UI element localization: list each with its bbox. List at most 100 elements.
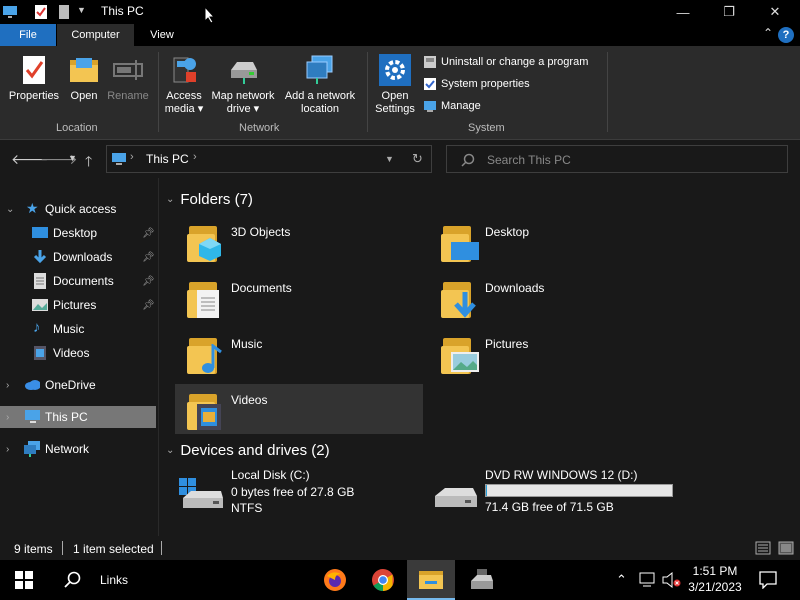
system-group-label: System [468,122,505,134]
address-dropdown-chevron-icon[interactable]: ▼ [385,154,394,164]
taskbar-search-button[interactable] [48,560,96,600]
search-box[interactable]: Search This PC [446,145,788,173]
folder-music[interactable]: Music [175,328,423,378]
maximize-button[interactable]: ❐ [706,0,752,24]
navigation-pane: ⌄ ★ Quick access Desktop 📌︎ Downloads 📌︎… [0,190,158,535]
open-settings-button[interactable]: Open Settings [371,54,419,116]
collapsed-chevron-icon[interactable]: › [6,444,9,455]
system-properties-label: System properties [441,78,530,90]
folder-documents[interactable]: Documents [175,272,423,322]
sidebar-item-documents[interactable]: Documents 📌︎ [0,270,156,292]
drive-c[interactable]: Local Disk (C:) 0 bytes free of 27.8 GB … [179,468,439,518]
collapsed-chevron-icon[interactable]: › [6,380,9,391]
properties-qa-icon[interactable] [34,4,48,20]
breadcrumb-this-pc[interactable]: This PC [146,152,189,166]
large-icons-view-icon[interactable] [778,541,794,555]
sidebar-item-pictures[interactable]: Pictures 📌︎ [0,294,156,316]
expanded-chevron-icon[interactable]: ⌄ [166,194,174,205]
collapse-ribbon-chevron-icon[interactable]: ⌃ [763,26,773,40]
folder-videos[interactable]: Videos [175,384,423,434]
sidebar-label: OneDrive [45,378,96,392]
open-button[interactable]: Open [64,54,104,103]
drives-section-header[interactable]: ⌄ Devices and drives (2) [166,442,330,459]
sidebar-item-onedrive[interactable]: › OneDrive [0,374,156,396]
this-pc-icon[interactable] [2,4,18,20]
pin-icon: 📌︎ [142,227,155,239]
sidebar-item-downloads[interactable]: Downloads 📌︎ [0,246,156,268]
folder-desktop[interactable]: Desktop [429,216,677,266]
map-network-drive-button[interactable]: Map network drive ▾ [207,54,279,116]
taskbar: Links ⌃ 1:51 PM 3/21/2023 [0,560,800,600]
system-properties-button[interactable]: System properties [423,76,530,92]
close-button[interactable]: ✕ [752,0,798,24]
open-settings-label-1: Open [381,90,409,102]
selection-count: 1 item selected [73,542,154,556]
sidebar-item-desktop[interactable]: Desktop 📌︎ [0,222,156,244]
volume-muted-icon[interactable] [662,572,682,588]
breadcrumb-separator-icon[interactable]: › [193,151,197,163]
add-network-location-button[interactable]: Add a network location [281,54,359,116]
drive-d[interactable]: DVD RW WINDOWS 12 (D:) 71.4 GB free of 7… [433,468,683,518]
clock[interactable]: 1:51 PM 3/21/2023 [682,563,748,595]
collapsed-chevron-icon[interactable]: › [6,412,9,423]
recent-locations-chevron-icon[interactable]: ▼ [68,153,77,163]
chrome-icon [372,569,394,591]
help-button[interactable]: ? [778,27,794,43]
sidebar-item-quick-access[interactable]: ⌄ ★ Quick access [0,198,156,220]
firefox-icon [324,569,346,591]
sidebar-item-music[interactable]: ♪ Music [0,318,156,340]
details-view-icon[interactable] [755,541,771,555]
pin-icon: 📌︎ [142,275,155,287]
expanded-chevron-icon[interactable]: ⌄ [6,204,14,215]
new-folder-qa-icon[interactable] [58,4,70,20]
sidebar-item-network[interactable]: › Network [0,438,156,460]
access-media-button[interactable]: Access media ▾ [162,54,206,116]
search-placeholder: Search This PC [487,153,571,167]
tab-computer[interactable]: Computer [57,24,134,46]
minimize-button[interactable]: — [660,0,706,24]
customize-qa-chevron-icon[interactable]: ▼ [77,5,86,15]
network-group-label: Network [239,122,280,134]
uninstall-label: Uninstall or change a program [441,56,589,68]
sidebar-item-this-pc[interactable]: › This PC [0,406,156,428]
expanded-chevron-icon[interactable]: ⌄ [166,445,174,456]
ribbon-tabs: File Computer View ⌃ ? [0,24,800,46]
taskbar-firefox[interactable] [311,560,359,600]
drives-header-label: Devices and drives (2) [180,442,330,459]
folder-label: Desktop [485,225,530,239]
breadcrumb-separator-icon[interactable]: › [130,151,134,163]
start-button[interactable] [0,560,48,600]
notifications-icon[interactable] [759,571,777,589]
rename-button[interactable]: Rename [106,54,150,103]
sidebar-label: Documents [53,274,114,288]
taskbar-chrome[interactable] [359,560,407,600]
refresh-icon[interactable]: ↻ [412,151,423,167]
open-folder-icon [70,58,98,82]
folder-pictures[interactable]: Pictures [429,328,677,378]
tab-file[interactable]: File [0,24,56,46]
properties-button[interactable]: Properties [6,54,62,103]
folder-3d-objects[interactable]: 3D Objects [175,216,423,266]
uninstall-program-button[interactable]: Uninstall or change a program [423,54,588,70]
network-icon [24,441,40,457]
settings-gear-icon [379,54,411,86]
taskbar-file-explorer[interactable] [407,560,455,600]
music-folder-icon [185,334,225,374]
sidebar-label: Downloads [53,250,113,264]
desktop-icon [32,227,48,238]
up-arrow-icon[interactable]: 🡑 [85,151,92,175]
folders-section-header[interactable]: ⌄ Folders (7) [166,191,253,208]
pane-divider[interactable] [158,178,159,536]
folder-downloads[interactable]: Downloads [429,272,677,322]
taskbar-drive-app[interactable] [457,560,505,600]
folder-label: Documents [231,281,292,295]
this-pc-icon [25,410,40,423]
manage-icon [424,101,436,112]
network-status-icon[interactable] [639,572,657,588]
manage-button[interactable]: Manage [423,98,481,114]
address-bar[interactable]: › This PC › ▼ ↻ [106,145,432,173]
tab-view[interactable]: View [134,24,190,46]
taskbar-search-label[interactable]: Links [100,573,128,587]
show-hidden-icons-chevron-icon[interactable]: ⌃ [616,572,627,588]
sidebar-item-videos[interactable]: Videos [0,342,156,364]
